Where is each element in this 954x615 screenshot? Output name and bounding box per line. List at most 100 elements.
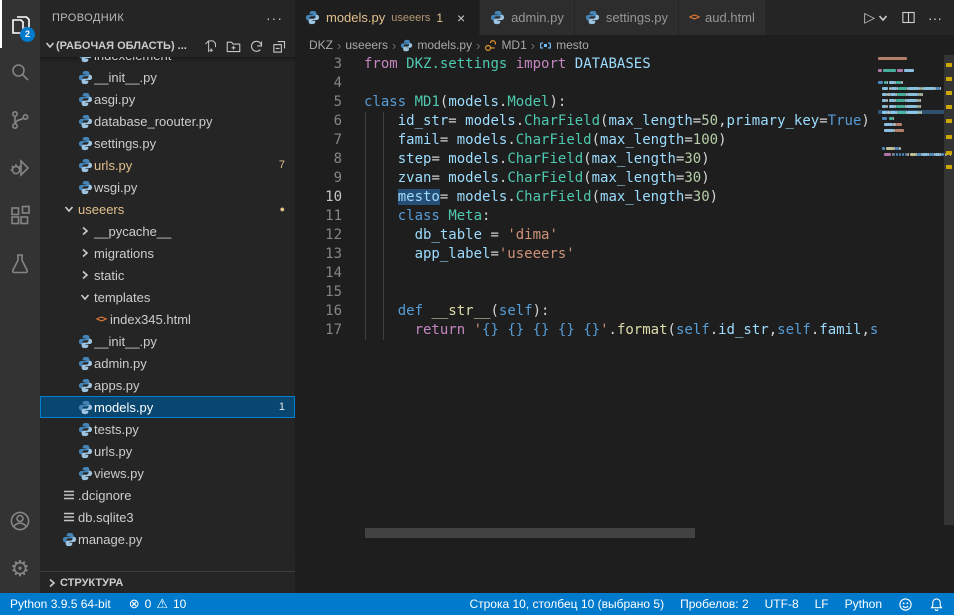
activitybar-source-control[interactable] [0, 96, 40, 144]
tree-file-models-py[interactable]: models.py1 [40, 396, 295, 418]
statusbar-python-interpreter[interactable]: Python 3.9.5 64-bit [10, 597, 111, 611]
close-icon[interactable]: × [453, 10, 469, 26]
line-number[interactable]: 4 [295, 74, 342, 93]
breadcrumb-item-useeers[interactable]: useeers [345, 38, 388, 52]
code-line-5[interactable]: 5 class MD1(models.Model): [295, 93, 878, 112]
tree-file-database-roouter-py[interactable]: database_roouter.py [40, 110, 295, 132]
code-text[interactable]: step= models.CharField(max_length=30) [364, 150, 878, 169]
line-number[interactable]: 17 [295, 321, 342, 340]
tree-file-admin-py[interactable]: admin.py [40, 352, 295, 374]
line-number[interactable]: 12 [295, 226, 342, 245]
tree-file-wsgi-py[interactable]: wsgi.py [40, 176, 295, 198]
run-dropdown[interactable] [877, 12, 889, 24]
code-text[interactable]: db_table = 'dima' [364, 226, 878, 245]
statusbar-indentation[interactable]: Пробелов: 2 [680, 597, 749, 611]
activitybar-explorer[interactable]: 2 [0, 0, 40, 48]
activitybar-search[interactable] [0, 48, 40, 96]
line-number[interactable]: 11 [295, 207, 342, 226]
line-number[interactable]: 7 [295, 131, 342, 150]
line-number[interactable]: 10 [295, 188, 342, 207]
tree-file--dcignore[interactable]: .dcignore [40, 484, 295, 506]
code-text[interactable]: from DKZ.settings import DATABASES [364, 55, 878, 74]
tree-file-db-sqlite3[interactable]: db.sqlite3 [40, 506, 295, 528]
tree-file-urls-py[interactable]: urls.py [40, 440, 295, 462]
activitybar-extensions[interactable] [0, 192, 40, 240]
tree-file--init-py[interactable]: __init__.py [40, 66, 295, 88]
line-number[interactable]: 9 [295, 169, 342, 188]
horizontal-scrollbar[interactable] [365, 528, 695, 538]
outline-section-header[interactable]: СТРУКТУРА [40, 571, 295, 593]
tab-models-py[interactable]: models.pyuseeers1× [295, 0, 480, 35]
tab-admin-py[interactable]: admin.py [480, 0, 575, 35]
line-number[interactable]: 16 [295, 302, 342, 321]
code-text[interactable]: id_str= models.CharField(max_length=50,p… [364, 112, 878, 131]
run-python-file[interactable]: ▷ [864, 9, 875, 26]
tree-file-views-py[interactable]: views.py [40, 462, 295, 484]
activitybar-testing[interactable] [0, 240, 40, 288]
tree-file--init-py[interactable]: __init__.py [40, 330, 295, 352]
tree-file-urls-py[interactable]: urls.py7 [40, 154, 295, 176]
activitybar-run-debug[interactable] [0, 144, 40, 192]
tree-file-indexelement[interactable]: indexelement [40, 57, 295, 66]
token: DATABASES [575, 56, 651, 72]
line-number[interactable]: 15 [295, 283, 342, 302]
tree-folder-static[interactable]: static [40, 264, 295, 286]
breadcrumb-item-models-py[interactable]: models.py [400, 38, 472, 52]
statusbar-language-mode[interactable]: Python [845, 597, 882, 611]
code-text[interactable]: famil= models.CharField(max_length=100) [364, 131, 878, 150]
statusbar-notifications-bell-icon[interactable] [929, 597, 944, 612]
line-number[interactable]: 5 [295, 93, 342, 112]
statusbar-feedback-icon[interactable] [898, 597, 913, 612]
code-text[interactable]: zvan= models.CharField(max_length=30) [364, 169, 878, 188]
minimap[interactable] [878, 55, 944, 593]
new-file-icon[interactable] [203, 39, 218, 54]
more-actions[interactable]: ··· [928, 10, 942, 26]
code-text[interactable]: def __str__(self): [364, 302, 878, 321]
statusbar-eol[interactable]: LF [815, 597, 829, 611]
tree-file-tests-py[interactable]: tests.py [40, 418, 295, 440]
collapse-all-icon[interactable] [272, 39, 287, 54]
tree-item-label: __init__.py [94, 70, 295, 85]
code-line-4[interactable]: 4 [295, 74, 878, 93]
code-text[interactable]: mesto= models.CharField(max_length=30) [364, 188, 878, 207]
activitybar-accounts[interactable] [0, 497, 40, 545]
workspace-section-header[interactable]: (РАБОЧАЯ ОБЛАСТЬ) ... [40, 35, 295, 57]
sidebar-more-actions-icon[interactable]: ··· [266, 10, 283, 26]
breadcrumb-item-dkz[interactable]: DKZ [309, 38, 333, 52]
tree-folder-useeers[interactable]: useeers● [40, 198, 295, 220]
tree-item-label: indexelement [94, 57, 295, 63]
code-text[interactable]: class MD1(models.Model): [364, 93, 878, 112]
breadcrumb-item-mesto[interactable]: mesto [539, 38, 589, 52]
tree-file-asgi-py[interactable]: asgi.py [40, 88, 295, 110]
tree-file-manage-py[interactable]: manage.py [40, 528, 295, 550]
code-text[interactable] [364, 283, 878, 302]
tree-file-index345-html[interactable]: <>index345.html [40, 308, 295, 330]
line-number[interactable]: 14 [295, 264, 342, 283]
code-editor[interactable]: 3 from DKZ.settings import DATABASES 45 cla… [295, 55, 878, 593]
tree-file-apps-py[interactable]: apps.py [40, 374, 295, 396]
code-text[interactable]: app_label='useeers' [364, 245, 878, 264]
new-folder-icon[interactable] [226, 39, 241, 54]
code-text[interactable]: return '{} {} {} {} {}'.format(self.id_s… [364, 321, 878, 340]
line-number[interactable]: 3 [295, 55, 342, 74]
statusbar-problems[interactable]: ⊗0⚠10 [129, 596, 187, 612]
code-text[interactable] [364, 264, 878, 283]
code-line-3[interactable]: 3 from DKZ.settings import DATABASES [295, 55, 878, 74]
tree-folder-migrations[interactable]: migrations [40, 242, 295, 264]
code-text[interactable] [364, 74, 878, 93]
line-number[interactable]: 13 [295, 245, 342, 264]
statusbar-encoding[interactable]: UTF-8 [765, 597, 799, 611]
refresh-icon[interactable] [249, 39, 264, 54]
statusbar-cursor-position[interactable]: Строка 10, столбец 10 (выбрано 5) [469, 597, 664, 611]
breadcrumb-item-md1[interactable]: MD1 [484, 38, 526, 52]
activitybar-settings[interactable]: ⚙ [0, 545, 40, 593]
tree-file-settings-py[interactable]: settings.py [40, 132, 295, 154]
tab-aud-html[interactable]: <>aud.html [679, 0, 766, 35]
tree-folder-templates[interactable]: templates [40, 286, 295, 308]
tree-folder--pycache-[interactable]: __pycache__ [40, 220, 295, 242]
code-text[interactable]: class Meta: [364, 207, 878, 226]
split-editor[interactable] [901, 10, 916, 25]
tab-settings-py[interactable]: settings.py [575, 0, 679, 35]
line-number[interactable]: 8 [295, 150, 342, 169]
line-number[interactable]: 6 [295, 112, 342, 131]
